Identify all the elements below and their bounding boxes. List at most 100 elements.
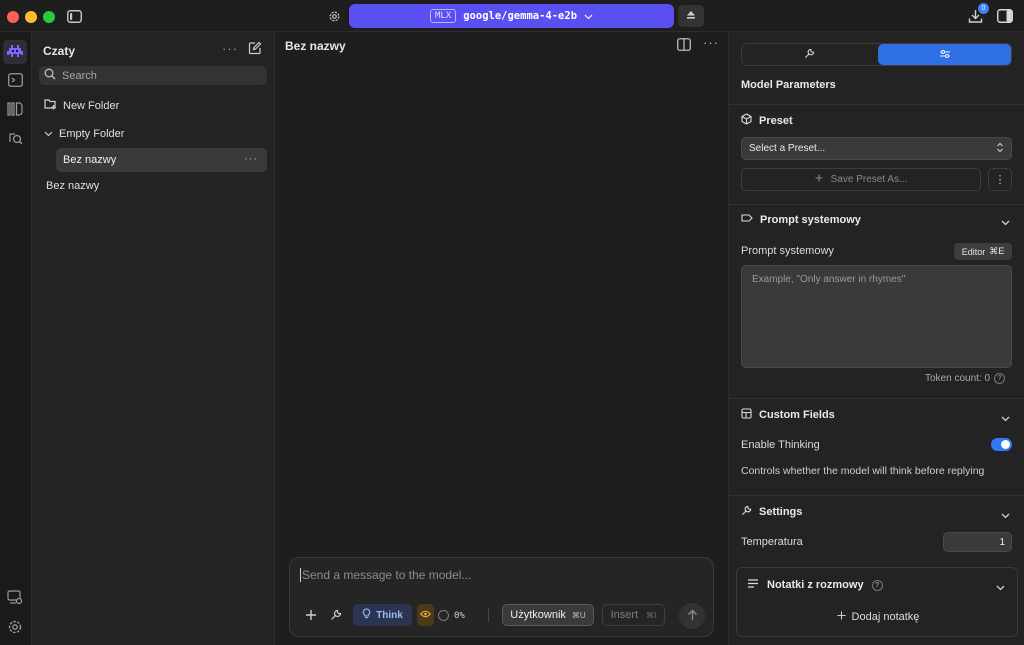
tab-tools[interactable]	[742, 44, 877, 65]
chevron-down-icon	[584, 9, 593, 23]
add-note-label: Dodaj notatkę	[851, 611, 920, 623]
toggle-right-panel-icon[interactable]	[996, 8, 1013, 23]
chat-sidebar: Czaty ··· Search New Folder Empty Folder…	[32, 32, 275, 645]
minimize-window-button[interactable]	[25, 11, 37, 23]
role-shortcut: ⌘U	[571, 610, 586, 620]
insert-label: Insert	[610, 609, 639, 621]
cube-icon	[741, 113, 752, 128]
chat-main: Bez nazwy ··· Send a message to the mode…	[275, 32, 728, 645]
eye-icon	[419, 610, 432, 621]
panel-tab-switcher	[741, 43, 1012, 66]
folder-empty-folder[interactable]: Empty Folder	[44, 128, 124, 140]
editor-label: Editor	[961, 246, 986, 257]
chat-options-icon[interactable]: ···	[244, 153, 258, 165]
preset-title: Preset	[759, 114, 793, 127]
chevron-down-icon[interactable]	[1001, 508, 1010, 522]
temperature-label: Temperatura	[741, 536, 803, 548]
context-ring-icon	[438, 610, 449, 621]
model-selector-button[interactable]: MLX google/gemma-4-e2b	[349, 4, 674, 28]
divider	[729, 398, 1024, 399]
wrench-icon	[741, 505, 752, 519]
role-select-button[interactable]: Użytkownik ⌘U	[502, 604, 594, 626]
system-prompt-title: Prompt systemowy	[760, 213, 861, 226]
plus-icon	[815, 174, 823, 185]
tools-wrench-icon[interactable]	[327, 605, 345, 625]
chats-nav-button[interactable]	[3, 40, 27, 64]
chevron-down-icon[interactable]	[1001, 215, 1010, 229]
system-prompt-textarea[interactable]: Example, "Only answer in rhymes"	[741, 265, 1012, 368]
developer-nav-button[interactable]	[3, 69, 27, 93]
search-icon	[44, 68, 56, 83]
app-logo-icon	[6, 43, 24, 62]
chat-title[interactable]: Bez nazwy	[285, 39, 346, 53]
system-prompt-label: Prompt systemowy	[741, 245, 834, 257]
help-icon[interactable]: ?	[994, 373, 1006, 384]
close-window-button[interactable]	[7, 11, 19, 23]
new-chat-icon[interactable]	[248, 41, 262, 58]
settings-section-header[interactable]: Settings	[741, 505, 802, 519]
toggle-sidebar-icon[interactable]	[66, 9, 82, 23]
divider	[729, 495, 1024, 496]
context-usage: 0%	[438, 610, 465, 621]
preset-select-value: Select a Preset...	[749, 143, 826, 154]
send-button[interactable]	[679, 603, 705, 629]
chat-more-icon[interactable]: ···	[703, 35, 719, 50]
think-label: Think	[376, 609, 403, 621]
eject-model-button[interactable]	[678, 5, 704, 27]
model-settings-gear-icon[interactable]	[327, 9, 341, 23]
new-folder-button[interactable]: New Folder	[44, 98, 119, 113]
split-view-icon[interactable]	[676, 37, 691, 51]
custom-fields-section-header[interactable]: Custom Fields	[741, 408, 835, 422]
chat-item-selected[interactable]: Bez nazwy ···	[56, 148, 267, 172]
tab-parameters[interactable]	[878, 44, 1011, 65]
model-name: google/gemma-4-e2b	[463, 10, 578, 22]
preset-select[interactable]: Select a Preset...	[741, 137, 1012, 160]
editor-shortcut: ⌘E	[989, 246, 1005, 256]
divider	[488, 608, 489, 622]
add-note-button[interactable]: Dodaj notatkę	[737, 611, 1019, 623]
enable-thinking-hint: Controls whether the model will think be…	[741, 465, 985, 477]
app-settings-button[interactable]	[3, 616, 27, 640]
new-folder-label: New Folder	[63, 99, 120, 112]
notes-title: Notatki z rozmowy	[767, 579, 864, 591]
sidebar-more-icon[interactable]: ···	[222, 41, 238, 56]
folder-label: Empty Folder	[59, 128, 125, 140]
system-prompt-section-header[interactable]: Prompt systemowy	[741, 213, 861, 226]
developer-icon	[7, 590, 23, 608]
open-editor-button[interactable]: Editor ⌘E	[954, 243, 1012, 260]
system-prompt-placeholder: Example, "Only answer in rhymes"	[752, 274, 906, 285]
new-folder-icon	[44, 98, 57, 113]
message-input[interactable]: Send a message to the model...	[300, 568, 471, 582]
settings-title: Settings	[759, 506, 803, 518]
temperature-input[interactable]: 1	[943, 532, 1012, 552]
chevron-down-icon[interactable]	[996, 580, 1005, 594]
role-label: Użytkownik	[510, 609, 566, 621]
discover-nav-button[interactable]	[3, 127, 27, 151]
insert-button[interactable]: Insert ⌘I	[602, 604, 665, 626]
custom-fields-icon	[741, 408, 752, 422]
save-preset-button[interactable]: Save Preset As...	[741, 168, 981, 191]
visibility-toggle-button[interactable]	[417, 604, 434, 626]
search-placeholder: Search	[62, 69, 97, 82]
chat-item[interactable]: Bez nazwy	[46, 180, 99, 192]
conversation-notes-card: Notatki z rozmowy ? Dodaj notatkę	[736, 567, 1018, 637]
prompt-tag-icon	[741, 213, 753, 226]
chevron-down-icon[interactable]	[1001, 411, 1010, 425]
help-icon[interactable]: ?	[871, 579, 883, 591]
panel-heading: Model Parameters	[741, 79, 836, 91]
zoom-window-button[interactable]	[43, 11, 55, 23]
divider	[729, 104, 1024, 105]
preset-options-icon[interactable]: ⋮	[988, 168, 1012, 191]
think-toggle-button[interactable]: Think	[353, 604, 412, 626]
enable-thinking-toggle[interactable]	[991, 438, 1012, 451]
updown-chevron-icon	[996, 142, 1004, 153]
insert-shortcut: ⌘I	[646, 610, 657, 620]
my-models-nav-button[interactable]	[3, 98, 27, 122]
wrench-icon	[804, 48, 815, 62]
chat-item-label: Bez nazwy	[46, 180, 100, 192]
search-input[interactable]: Search	[39, 66, 267, 85]
attach-plus-icon[interactable]	[302, 605, 320, 625]
notes-header[interactable]: Notatki z rozmowy ?	[747, 579, 883, 591]
divider	[729, 204, 1024, 205]
developer-logs-button[interactable]	[3, 587, 27, 611]
